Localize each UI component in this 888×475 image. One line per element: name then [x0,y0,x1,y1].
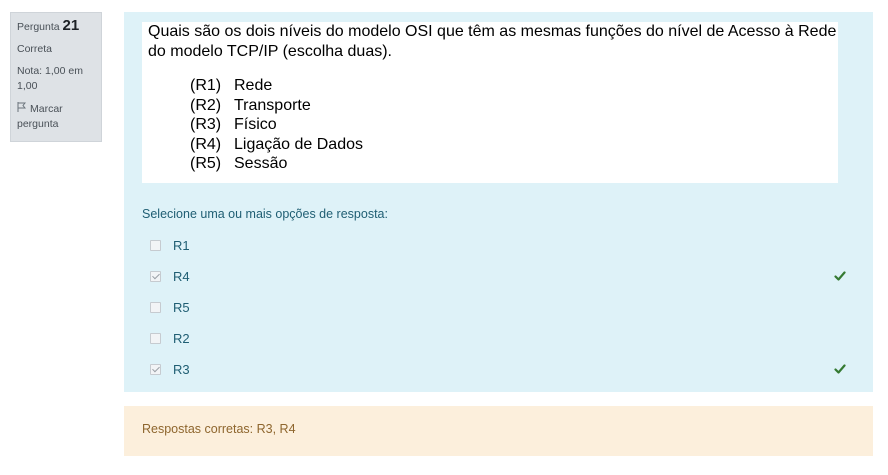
answer-checkbox[interactable] [150,364,161,375]
question-grade: Nota: 1,00 em 1,00 [17,65,83,92]
question-option-text: Rede [234,77,273,94]
question-option-text: Transporte [234,96,311,114]
question-info-panel: Pergunta 21 Correta Nota: 1,00 em 1,00 M… [10,12,102,142]
flag-icon [17,102,27,117]
question-text-image: Quais são os dois níveis do modelo OSI q… [142,22,838,183]
answer-list: R1 R4 R5 R2 R3 [150,230,850,385]
question-content: Quais são os dois níveis do modelo OSI q… [124,12,873,392]
answer-option: R2 [150,323,850,354]
answer-label[interactable]: R5 [173,300,190,315]
question-option-list: (R1) Rede (R2) Transporte (R3) Físico (R4) L… [190,76,838,174]
correct-check-icon [834,269,846,281]
answer-label[interactable]: R1 [173,238,190,253]
answer-label[interactable]: R4 [173,269,190,284]
answer-checkbox[interactable] [150,302,161,313]
question-option: (R1) Rede [190,76,838,96]
question-stem: Quais são os dois níveis do modelo OSI q… [148,23,837,60]
question-option: (R4) Ligação de Dados [190,135,838,155]
question-option-text: Físico [234,116,277,133]
answer-label[interactable]: R2 [173,331,190,346]
question-option-code: (R2) [190,96,222,114]
question-option-text: Ligação de Dados [234,135,363,153]
question-number-line: Pergunta 21 [17,18,95,35]
answer-option: R3 [150,354,850,385]
question-number: 21 [62,17,80,34]
question-option-code: (R3) [190,116,222,133]
answer-label[interactable]: R3 [173,362,190,377]
correct-check-icon [834,362,846,374]
answer-option: R1 [150,230,850,261]
question-option-text: Sessão [234,155,288,172]
question-option-code: (R4) [190,135,222,153]
question-option-code: (R5) [190,155,222,172]
answer-prompt: Selecione uma ou mais opções de resposta… [142,207,388,221]
question-option: (R3) Físico [190,115,838,135]
right-answer-feedback: Respostas corretas: R3, R4 [124,406,873,456]
answer-checkbox[interactable] [150,333,161,344]
answer-option: R4 [150,261,850,292]
flag-question-link[interactable]: Marcar pergunta [17,102,95,132]
question-label: Pergunta [17,21,60,33]
question-option: (R5) Sessão [190,154,838,174]
question-option-code: (R1) [190,77,222,94]
answer-option: R5 [150,292,850,323]
question-state: Correta [17,43,53,55]
answer-checkbox[interactable] [150,240,161,251]
answer-checkbox[interactable] [150,271,161,282]
question-option: (R2) Transporte [190,96,838,116]
